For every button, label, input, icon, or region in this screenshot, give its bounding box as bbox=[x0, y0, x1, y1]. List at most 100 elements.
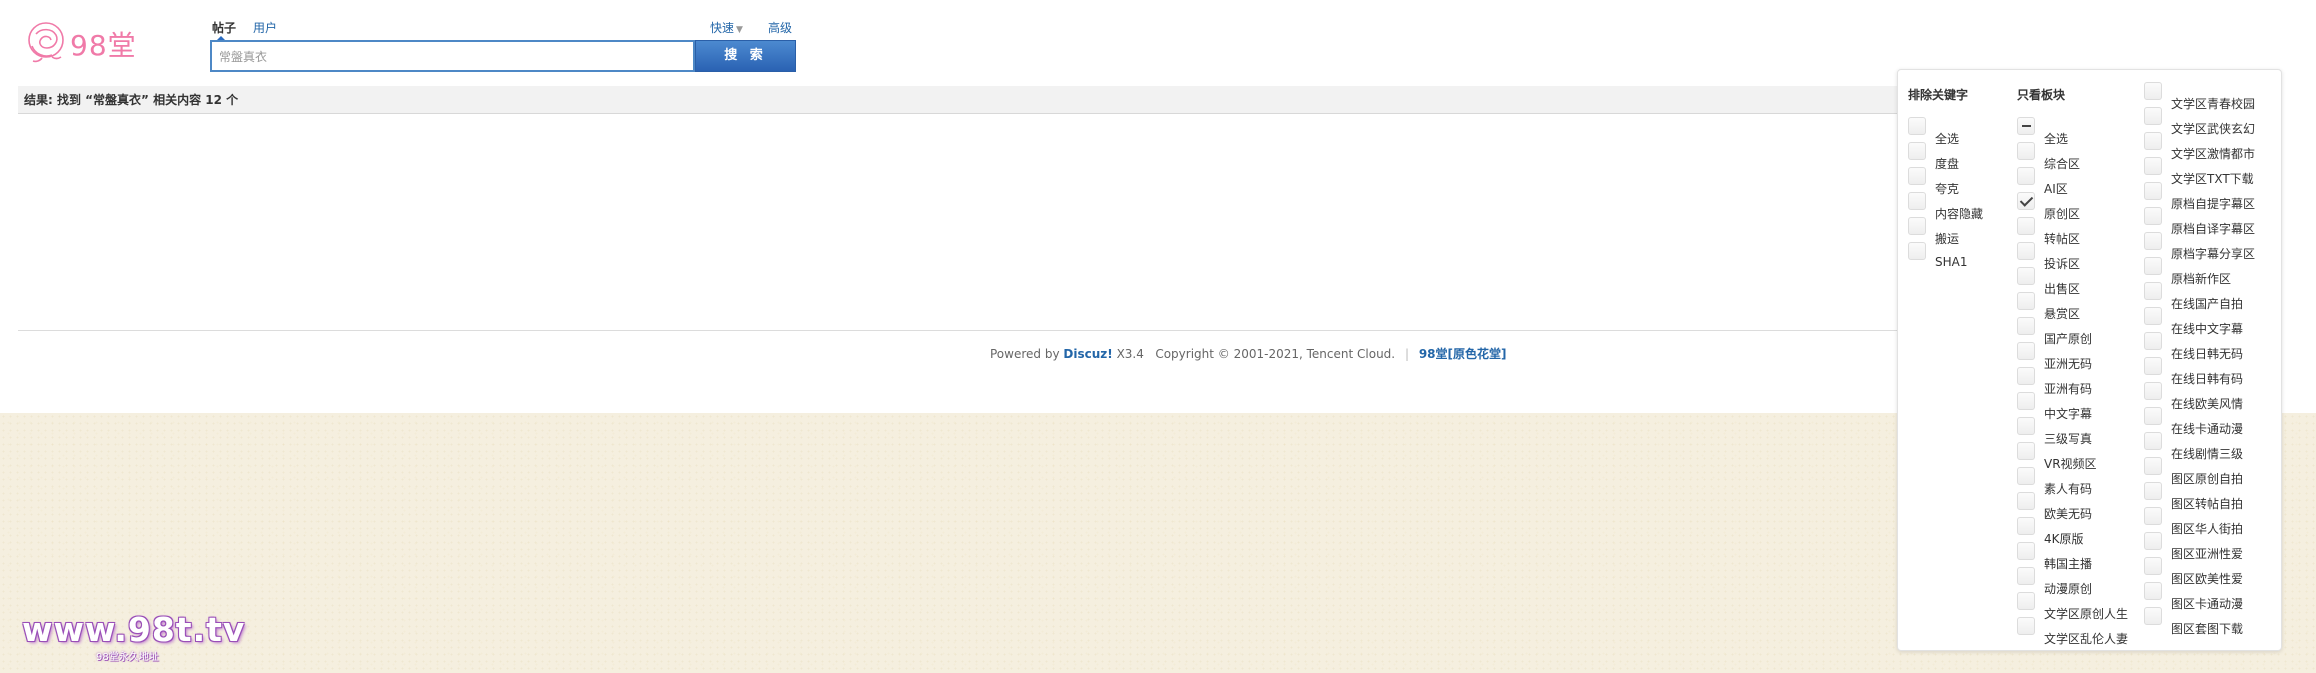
checkbox[interactable] bbox=[2144, 232, 2162, 250]
checkbox-label: 文学区原创人生 bbox=[2044, 607, 2129, 621]
checkbox[interactable] bbox=[2144, 207, 2162, 225]
checkbox[interactable] bbox=[2144, 382, 2162, 400]
search-input[interactable] bbox=[212, 42, 693, 70]
filter-panel: 排除关键字 只看板块 全选 度盘 夸克 内容隐藏 搬运 SHA1 全选 综合区 AI区 原创区转… bbox=[1897, 69, 2282, 651]
checkbox[interactable] bbox=[2144, 157, 2162, 175]
checkbox[interactable] bbox=[2017, 392, 2035, 410]
checkbox-label: 图区卡通动漫 bbox=[2171, 597, 2244, 611]
copyright-text: Copyright © 2001-2021, Tencent Cloud. bbox=[1155, 347, 1396, 361]
checkbox[interactable] bbox=[2144, 107, 2162, 125]
checkbox[interactable] bbox=[2144, 132, 2162, 150]
checkbox-label: 搬运 bbox=[1935, 232, 1960, 246]
checkbox[interactable] bbox=[2017, 442, 2035, 460]
checkbox-label: 图区套图下载 bbox=[2171, 622, 2244, 636]
checkbox[interactable] bbox=[1908, 217, 1926, 235]
checkbox[interactable] bbox=[2144, 507, 2162, 525]
checkbox[interactable] bbox=[2017, 342, 2035, 360]
checkbox[interactable] bbox=[2017, 217, 2035, 235]
only-boards-title: 只看板块 bbox=[2017, 88, 2066, 102]
checkbox[interactable] bbox=[2144, 282, 2162, 300]
checkbox[interactable] bbox=[2017, 517, 2035, 535]
checkbox-label: 动漫原创 bbox=[2044, 582, 2093, 596]
tab-posts[interactable]: 帖子 bbox=[212, 19, 236, 36]
checkbox[interactable] bbox=[2144, 182, 2162, 200]
checkbox[interactable] bbox=[2144, 582, 2162, 600]
checkbox[interactable] bbox=[2144, 357, 2162, 375]
checkbox-label: 中文字幕 bbox=[2044, 407, 2093, 421]
checkbox-label: 图区华人街拍 bbox=[2171, 522, 2244, 536]
site-name-link[interactable]: 98堂[原色花堂] bbox=[1419, 347, 1507, 361]
divider bbox=[18, 330, 1908, 331]
checkbox[interactable] bbox=[2017, 592, 2035, 610]
site-logo[interactable]: 98堂 bbox=[22, 18, 152, 66]
checkbox-label: 文学区激情都市 bbox=[2171, 147, 2256, 161]
checkbox[interactable] bbox=[2017, 317, 2035, 335]
checkbox[interactable] bbox=[1908, 242, 1926, 260]
checkbox[interactable] bbox=[2017, 242, 2035, 260]
checkbox[interactable] bbox=[2017, 292, 2035, 310]
checkbox[interactable] bbox=[2017, 192, 2035, 210]
logo-text: 98堂 bbox=[70, 29, 137, 62]
checkbox[interactable] bbox=[2017, 142, 2035, 160]
checkbox-label: 素人有码 bbox=[2044, 482, 2093, 496]
version-text: X3.4 bbox=[1116, 347, 1144, 361]
advanced-search-link[interactable]: 高级 bbox=[768, 19, 792, 36]
quick-search-dropdown[interactable]: 快速 ▼ bbox=[710, 19, 743, 36]
checkbox-label: 全选 bbox=[1935, 132, 1960, 146]
checkbox-label: 图区亚洲性爱 bbox=[2171, 547, 2244, 561]
footer-separator: | bbox=[1404, 347, 1409, 361]
watermark: www.98t.tv 98堂永久地址 bbox=[22, 610, 246, 663]
checkbox[interactable] bbox=[2144, 257, 2162, 275]
checkbox[interactable] bbox=[1908, 117, 1926, 135]
rose-icon bbox=[28, 22, 64, 63]
tab-users[interactable]: 用户 bbox=[253, 19, 277, 36]
checkbox-label: 在线日韩无码 bbox=[2171, 347, 2244, 361]
checkbox[interactable] bbox=[2144, 557, 2162, 575]
checkbox[interactable] bbox=[2144, 457, 2162, 475]
checkbox-label: 悬赏区 bbox=[2044, 307, 2081, 321]
checkbox-label: 国产原创 bbox=[2044, 332, 2093, 346]
checkbox-label: 文学区乱伦人妻 bbox=[2044, 632, 2129, 646]
checkbox[interactable] bbox=[2017, 542, 2035, 560]
checkbox[interactable] bbox=[2017, 367, 2035, 385]
checkbox-label: 原档字幕分享区 bbox=[2171, 247, 2256, 261]
checkbox-label: 夸克 bbox=[1935, 182, 1960, 196]
discuz-link[interactable]: Discuz! bbox=[1063, 347, 1112, 361]
checkbox[interactable] bbox=[2144, 432, 2162, 450]
checkbox-label: 在线剧情三级 bbox=[2171, 447, 2244, 461]
checkbox[interactable] bbox=[2017, 467, 2035, 485]
checkbox-label: 在线中文字幕 bbox=[2171, 322, 2244, 336]
checkbox[interactable] bbox=[1908, 142, 1926, 160]
checkbox[interactable] bbox=[2144, 407, 2162, 425]
checkbox[interactable] bbox=[2017, 267, 2035, 285]
result-summary: 结果: 找到 “常盤真衣” 相关内容 12 个 bbox=[18, 86, 1908, 114]
checkbox[interactable] bbox=[1908, 167, 1926, 185]
checkbox[interactable] bbox=[2144, 607, 2162, 625]
checkbox[interactable] bbox=[2017, 117, 2035, 135]
checkbox[interactable] bbox=[2017, 167, 2035, 185]
watermark-url: www.98t.tv bbox=[22, 610, 246, 649]
checkbox[interactable] bbox=[2144, 82, 2162, 100]
checkbox-label: 在线欧美风情 bbox=[2171, 397, 2244, 411]
checkbox[interactable] bbox=[2144, 482, 2162, 500]
checkbox[interactable] bbox=[2144, 307, 2162, 325]
checkbox-label: 三级写真 bbox=[2044, 432, 2093, 446]
checkbox-label: 亚洲有码 bbox=[2044, 382, 2093, 396]
checkbox[interactable] bbox=[2017, 617, 2035, 635]
checkbox-label: 综合区 bbox=[2044, 157, 2081, 171]
checkbox[interactable] bbox=[1908, 192, 1926, 210]
checkbox[interactable] bbox=[2017, 567, 2035, 585]
powered-by-text: Powered by bbox=[990, 347, 1060, 361]
checkbox-label: 欧美无码 bbox=[2044, 507, 2093, 521]
checkbox-label: 图区转帖自拍 bbox=[2171, 497, 2244, 511]
checkbox[interactable] bbox=[2144, 532, 2162, 550]
checkbox-label: 出售区 bbox=[2044, 282, 2081, 296]
checkbox-label: 在线日韩有码 bbox=[2171, 372, 2244, 386]
checkbox[interactable] bbox=[2144, 332, 2162, 350]
checkbox[interactable] bbox=[2017, 417, 2035, 435]
search-box bbox=[210, 40, 695, 72]
search-button[interactable]: 搜 索 bbox=[695, 40, 796, 72]
checkbox-label: 文学区武侠玄幻 bbox=[2171, 122, 2256, 136]
checkbox-label: VR视频区 bbox=[2044, 457, 2097, 471]
checkbox[interactable] bbox=[2017, 492, 2035, 510]
